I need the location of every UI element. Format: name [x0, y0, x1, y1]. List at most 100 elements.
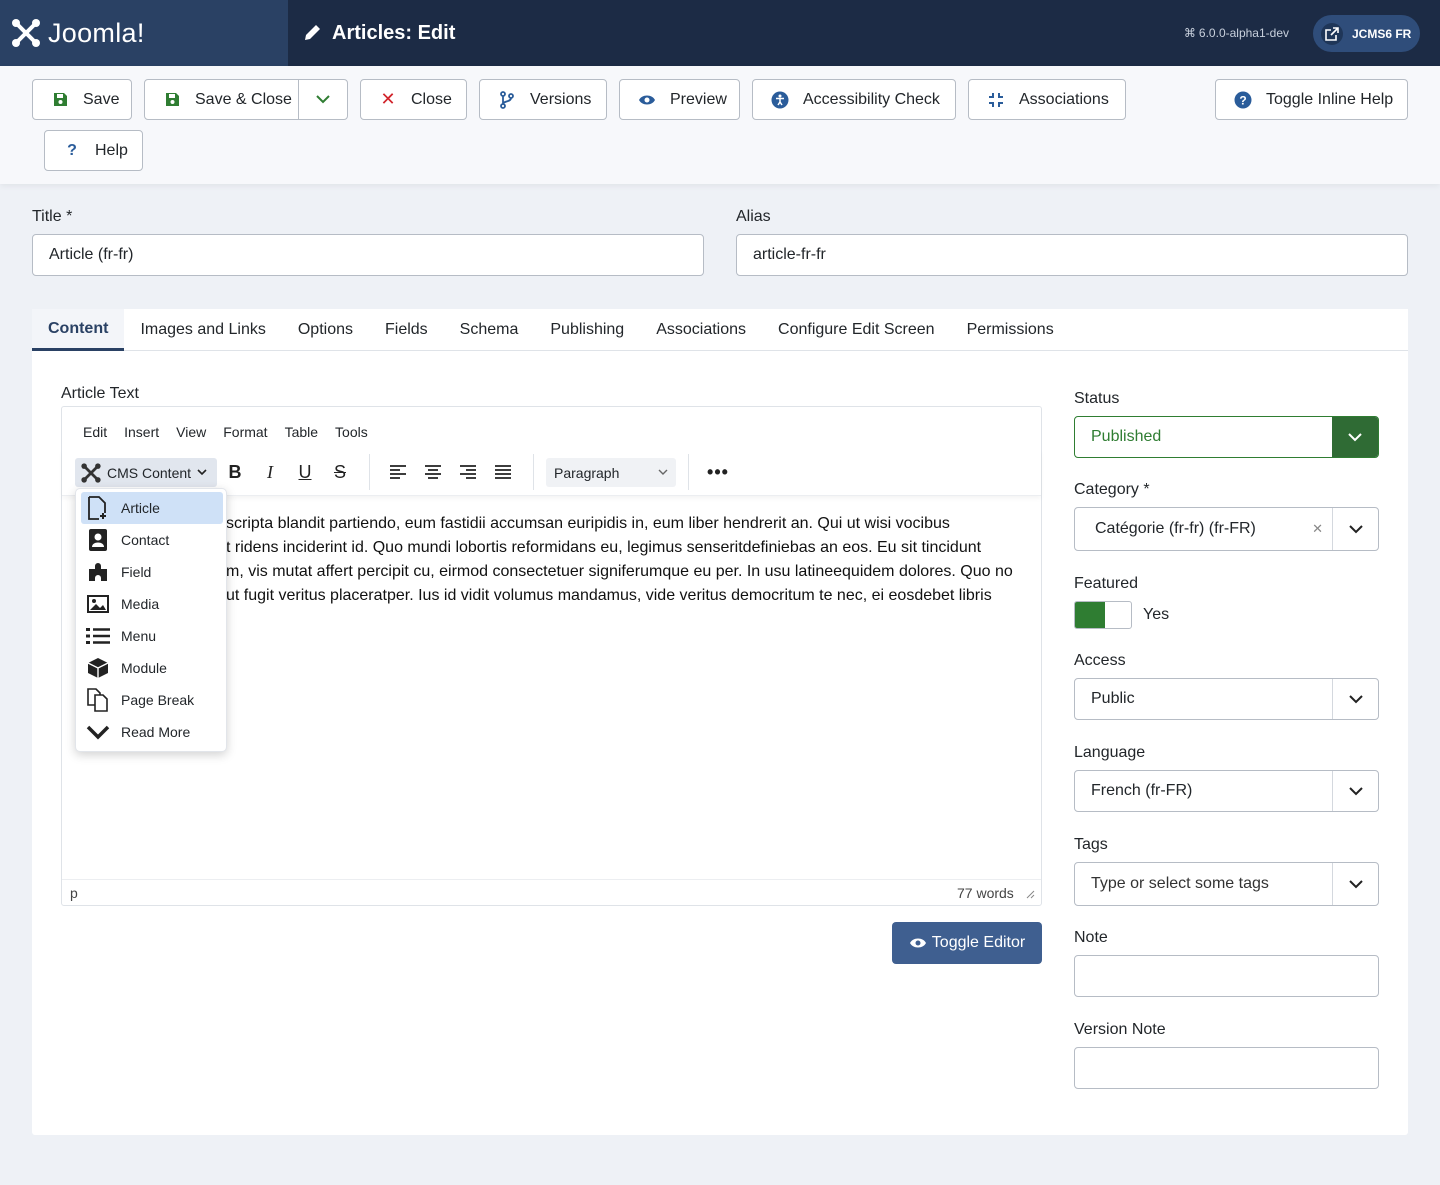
menu-tools[interactable]: Tools	[335, 424, 368, 440]
preview-label: Preview	[670, 90, 727, 108]
associations-label: Associations	[1019, 90, 1109, 108]
align-right-icon[interactable]	[454, 460, 482, 484]
tab-content[interactable]: Content	[32, 309, 125, 351]
tab-bar: Content Images and Links Options Fields …	[32, 309, 1408, 351]
editor-content[interactable]: scripta blandit partiendo, eum fastidii …	[226, 512, 1026, 608]
language-select[interactable]: French (fr-FR)	[1074, 770, 1379, 812]
justify-icon[interactable]	[489, 460, 517, 484]
tab-fields[interactable]: Fields	[369, 309, 444, 351]
menu-item-media[interactable]: Media	[81, 588, 223, 620]
text-line: m, vis mutat affert percipit cu, eirmod …	[226, 563, 1013, 580]
more-icon[interactable]: •••	[704, 460, 732, 484]
tags-label: Tags	[1074, 836, 1108, 853]
versions-label: Versions	[530, 90, 592, 108]
toggle-knob	[1075, 602, 1105, 628]
featured-toggle[interactable]	[1074, 601, 1132, 629]
chevron-down-icon	[197, 469, 207, 476]
floppy-icon	[162, 92, 182, 107]
note-input[interactable]	[1074, 955, 1379, 997]
associations-button[interactable]: Associations	[968, 79, 1126, 120]
menu-insert[interactable]: Insert	[124, 424, 159, 440]
text-line: scripta blandit partiendo, eum fastidii …	[226, 515, 950, 532]
help-label: Help	[95, 141, 128, 159]
eye-icon	[909, 938, 926, 948]
site-link-button[interactable]: JCMS6 FR	[1313, 15, 1420, 52]
tab-configure-edit-screen[interactable]: Configure Edit Screen	[762, 309, 951, 351]
chevron-down-icon	[1332, 863, 1378, 905]
save-close-label: Save & Close	[195, 90, 292, 108]
status-select[interactable]: Published	[1074, 416, 1379, 458]
logo-text: Joomla!	[48, 17, 145, 48]
underline-icon[interactable]: U	[291, 460, 319, 484]
floppy-icon	[50, 92, 70, 107]
toggle-inline-help-label: Toggle Inline Help	[1266, 90, 1394, 108]
text-line: t ridens inciderint id. Quo mundi lobort…	[226, 539, 982, 556]
align-center-icon[interactable]	[419, 460, 447, 484]
access-select[interactable]: Public	[1074, 678, 1379, 720]
version-note-label: Version Note	[1074, 1021, 1166, 1038]
chevron-down-icon	[658, 469, 668, 475]
bold-icon[interactable]: B	[221, 460, 249, 484]
menu-item-read-more[interactable]: Read More	[81, 716, 223, 748]
menu-item-article[interactable]: Article	[81, 492, 223, 524]
toggle-editor-button[interactable]: Toggle Editor	[892, 922, 1042, 964]
versions-button[interactable]: Versions	[479, 79, 607, 120]
joomla-logo[interactable]: Joomla!	[0, 0, 288, 66]
help-button[interactable]: ? Help	[44, 130, 143, 171]
svg-text:?: ?	[1239, 93, 1246, 107]
save-label: Save	[83, 90, 120, 108]
category-select[interactable]: Catégorie (fr-fr) (fr-FR) ✕	[1074, 507, 1379, 551]
menu-view[interactable]: View	[176, 424, 206, 440]
language-label: Language	[1074, 744, 1146, 761]
cube-icon	[85, 657, 111, 679]
cms-content-button[interactable]: CMS Content	[75, 458, 217, 487]
toggle-inline-help-button[interactable]: ? Toggle Inline Help	[1215, 79, 1408, 120]
menu-item-module[interactable]: Module	[81, 652, 223, 684]
align-left-icon[interactable]	[384, 460, 412, 484]
tab-associations[interactable]: Associations	[640, 309, 762, 351]
status-value: Published	[1091, 428, 1162, 445]
save-close-button[interactable]: Save & Close	[145, 80, 298, 119]
menu-item-page-break[interactable]: Page Break	[81, 684, 223, 716]
menu-item-label: Media	[121, 596, 160, 612]
italic-icon[interactable]: I	[256, 460, 284, 484]
preview-button[interactable]: Preview	[619, 79, 740, 120]
save-button[interactable]: Save	[32, 79, 132, 120]
menu-item-label: Menu	[121, 628, 157, 644]
image-icon	[85, 595, 111, 613]
accessibility-check-button[interactable]: Accessibility Check	[752, 79, 956, 120]
page-title: Articles: Edit	[302, 0, 455, 66]
category-label: Category *	[1074, 481, 1150, 498]
strikethrough-icon[interactable]: S	[326, 460, 354, 484]
tags-select[interactable]: Type or select some tags	[1074, 862, 1379, 906]
menu-item-menu[interactable]: Menu	[81, 620, 223, 652]
block-format-select[interactable]: Paragraph	[546, 458, 676, 487]
copy-icon	[85, 688, 111, 712]
version-info: ⌘ 6.0.0-alpha1-dev	[1184, 0, 1289, 66]
status-label: Status	[1074, 390, 1120, 407]
save-dropdown-toggle[interactable]	[299, 80, 347, 119]
tab-images-and-links[interactable]: Images and Links	[124, 309, 281, 351]
chevron-down-icon	[1332, 771, 1378, 811]
title-label: Title *	[32, 208, 73, 225]
version-note-input[interactable]	[1074, 1047, 1379, 1089]
title-input[interactable]: Article (fr-fr)	[32, 234, 704, 276]
element-path[interactable]: p	[70, 885, 78, 901]
tab-schema[interactable]: Schema	[444, 309, 535, 351]
menu-item-contact[interactable]: Contact	[81, 524, 223, 556]
menu-edit[interactable]: Edit	[83, 424, 107, 440]
menu-table[interactable]: Table	[285, 424, 318, 440]
question-icon: ?	[67, 141, 77, 159]
pencil-icon	[305, 25, 320, 40]
alias-input[interactable]: article-fr-fr	[736, 234, 1408, 276]
menu-format[interactable]: Format	[223, 424, 267, 440]
clear-icon[interactable]: ✕	[1312, 521, 1323, 537]
close-button[interactable]: ✕ Close	[360, 79, 467, 120]
contact-icon	[85, 528, 111, 552]
menu-item-field[interactable]: Field	[81, 556, 223, 588]
toolbar-separator	[688, 454, 689, 490]
tab-publishing[interactable]: Publishing	[534, 309, 640, 351]
tab-options[interactable]: Options	[282, 309, 369, 351]
tab-permissions[interactable]: Permissions	[951, 309, 1070, 351]
resize-handle-icon[interactable]	[1026, 890, 1035, 899]
